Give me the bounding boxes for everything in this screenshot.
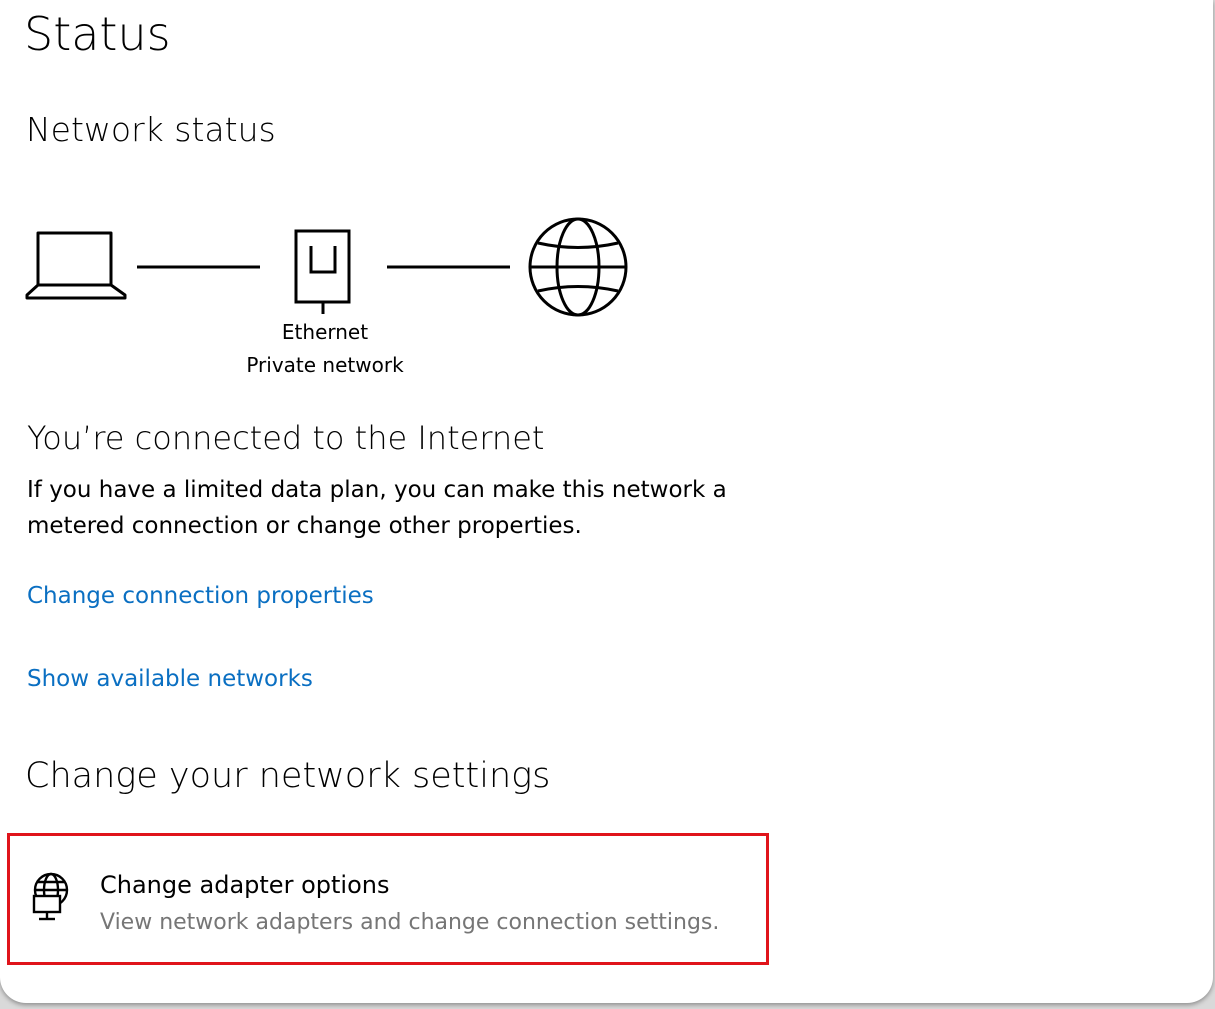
page-title: Status xyxy=(24,7,171,61)
change-network-settings-heading: Change your network settings xyxy=(25,756,551,796)
adapter-option-title: Change adapter options xyxy=(100,871,390,899)
connection-description: If you have a limited data plan, you can… xyxy=(27,477,727,539)
connection-name: Ethernet xyxy=(281,320,369,344)
ethernet-icon xyxy=(294,229,351,314)
connection-profile: Private network xyxy=(246,353,404,377)
show-available-networks-link[interactable]: Show available networks xyxy=(27,663,313,695)
change-adapter-options-button[interactable]: Change adapter options View network adap… xyxy=(7,833,769,965)
globe-icon xyxy=(528,217,628,317)
network-diagram: Ethernet Private network xyxy=(0,210,660,390)
laptop-icon xyxy=(25,231,127,300)
network-adapter-icon xyxy=(32,872,69,921)
change-connection-properties-link[interactable]: Change connection properties xyxy=(27,580,374,612)
settings-window: Status Network status Ethernet Private n… xyxy=(0,0,1213,1003)
adapter-option-description: View network adapters and change connect… xyxy=(100,910,720,935)
connection-status-heading: You’re connected to the Internet xyxy=(27,419,545,457)
network-status-heading: Network status xyxy=(26,110,276,149)
